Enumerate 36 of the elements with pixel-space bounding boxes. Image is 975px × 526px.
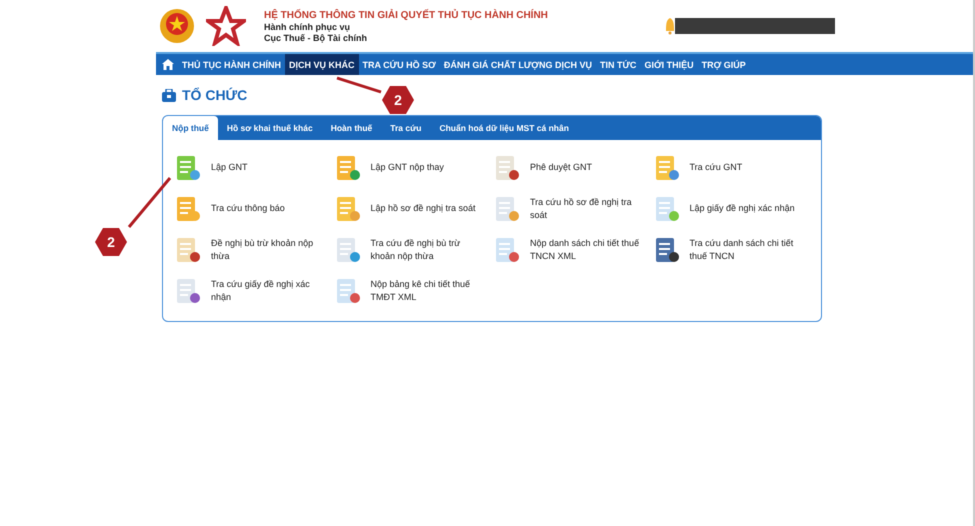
service-link[interactable]: Đề nghị bù trừ khoản nộp thừa [173, 232, 332, 267]
service-link[interactable]: Phê duyệt GNT [492, 150, 652, 185]
service-link[interactable]: Nộp danh sách chi tiết thuế TNCN XML [492, 232, 652, 267]
tab[interactable]: Tra cứu [381, 116, 430, 140]
step-badge: 2 [382, 86, 414, 114]
service-link[interactable]: Tra cứu danh sách chi tiết thuế TNCN [652, 232, 811, 267]
emblem-icon [158, 7, 196, 45]
tab[interactable]: Nộp thuế [163, 116, 218, 140]
service-link[interactable]: Lập GNT [173, 150, 332, 185]
nav-item[interactable]: TRA CỨU HỒ SƠ [358, 54, 440, 75]
briefcase-icon [162, 88, 176, 102]
service-link[interactable]: Tra cứu GNT [652, 150, 811, 185]
tab[interactable]: Hoàn thuế [322, 116, 382, 140]
home-icon[interactable] [162, 59, 174, 70]
section-title: TỔ CHỨC [182, 87, 248, 103]
nav-item[interactable]: TRỢ GIÚP [698, 54, 750, 75]
step-badge: 2 [95, 228, 127, 256]
system-title: HỆ THỐNG THÔNG TIN GIẢI QUYẾT THỦ TỤC HÀNH CHÍNH [264, 10, 548, 20]
star-logo-icon [206, 6, 246, 46]
tab[interactable]: Hồ sơ khai thuế khác [218, 116, 322, 140]
nav-item[interactable]: ĐÁNH GIÁ CHẤT LƯỢNG DỊCH VỤ [440, 54, 596, 75]
service-link[interactable]: Lập GNT nộp thay [332, 150, 492, 185]
service-link[interactable]: Nộp bảng kê chi tiết thuế TMĐT XML [332, 273, 492, 308]
nav-item[interactable]: THỦ TỤC HÀNH CHÍNH [178, 54, 285, 75]
service-link[interactable]: Tra cứu giấy đề nghị xác nhận [173, 273, 332, 308]
nav-item[interactable]: DỊCH VỤ KHÁC [285, 54, 359, 75]
service-link[interactable]: Lập hồ sơ đề nghị tra soát [332, 191, 492, 226]
service-link[interactable]: Tra cứu hồ sơ đề nghị tra soát [492, 191, 652, 226]
agency-name: Cục Thuế - Bộ Tài chính [264, 32, 368, 42]
service-link[interactable]: Lập giấy đề nghị xác nhận [652, 191, 811, 226]
service-link[interactable]: Tra cứu thông báo [173, 191, 332, 226]
service-link[interactable]: Tra cứu đề nghị bù trừ khoản nộp thừa [332, 232, 492, 267]
tab[interactable]: Chuẩn hoá dữ liệu MST cá nhân [430, 116, 578, 140]
nav-item[interactable]: TIN TỨC [596, 54, 640, 75]
system-subtitle: Hành chính phục vụ [264, 22, 352, 32]
nav-item[interactable]: GIỚI THIỆU [640, 54, 698, 75]
